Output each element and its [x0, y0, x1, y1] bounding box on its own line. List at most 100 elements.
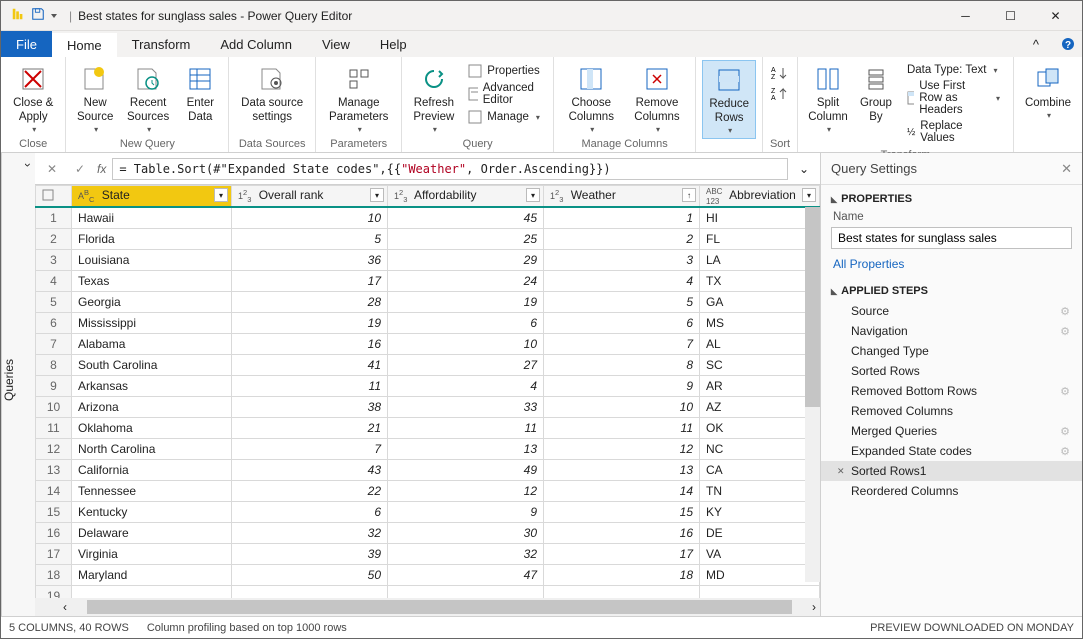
cell-rank[interactable]	[232, 585, 388, 598]
tab-transform[interactable]: Transform	[117, 31, 206, 57]
table-row[interactable]: 15Kentucky6915KY	[36, 501, 820, 522]
gear-icon[interactable]: ⚙	[1060, 445, 1070, 458]
column-header-state[interactable]: ABC State▾	[72, 186, 232, 208]
table-row[interactable]: 10Arizona383310AZ	[36, 396, 820, 417]
cell-abbr[interactable]: SC	[700, 354, 820, 375]
recent-sources-button[interactable]: Recent Sources	[120, 60, 176, 137]
row-number[interactable]: 6	[36, 312, 72, 333]
table-row[interactable]: 11Oklahoma211111OK	[36, 417, 820, 438]
cell-weather[interactable]: 18	[544, 564, 700, 585]
row-number[interactable]: 19	[36, 585, 72, 598]
table-row[interactable]: 9Arkansas1149AR	[36, 375, 820, 396]
manage-parameters-button[interactable]: Manage Parameters	[322, 60, 395, 137]
cell-state[interactable]: Arkansas	[72, 375, 232, 396]
tab-file[interactable]: File	[1, 31, 52, 57]
cell-state[interactable]: Oklahoma	[72, 417, 232, 438]
row-number[interactable]: 16	[36, 522, 72, 543]
cell-weather[interactable]: 15	[544, 501, 700, 522]
gear-icon[interactable]: ⚙	[1060, 325, 1070, 338]
data-type-button[interactable]: Data Type: Text	[904, 62, 1003, 78]
cell-affordability[interactable]: 27	[388, 354, 544, 375]
cell-state[interactable]: California	[72, 459, 232, 480]
applied-step[interactable]: Navigation⚙	[821, 321, 1082, 341]
column-filter-icon[interactable]: ↑	[682, 188, 696, 202]
cell-affordability[interactable]: 30	[388, 522, 544, 543]
formula-input[interactable]: = Table.Sort(#"Expanded State codes",{{"…	[112, 158, 788, 180]
row-number[interactable]: 4	[36, 270, 72, 291]
cell-weather[interactable]: 6	[544, 312, 700, 333]
table-row[interactable]: 3Louisiana36293LA	[36, 249, 820, 270]
row-number[interactable]: 1	[36, 207, 72, 228]
table-row[interactable]: 4Texas17244TX	[36, 270, 820, 291]
cell-state[interactable]: Maryland	[72, 564, 232, 585]
cell-weather[interactable]: 2	[544, 228, 700, 249]
cell-state[interactable]: Tennessee	[72, 480, 232, 501]
cell-state[interactable]: Georgia	[72, 291, 232, 312]
use-first-row-button[interactable]: Use First Row as Headers	[904, 78, 1003, 118]
tab-view[interactable]: View	[307, 31, 365, 57]
cell-abbr[interactable]: MD	[700, 564, 820, 585]
cell-state[interactable]: Florida	[72, 228, 232, 249]
applied-step[interactable]: Merged Queries⚙	[821, 421, 1082, 441]
row-number[interactable]: 13	[36, 459, 72, 480]
column-header-overall-rank[interactable]: 123 Overall rank▾	[232, 186, 388, 208]
cell-affordability[interactable]: 11	[388, 417, 544, 438]
formula-cancel-icon[interactable]: ✕	[41, 162, 63, 176]
cell-rank[interactable]: 10	[232, 207, 388, 228]
panel-close-icon[interactable]: ✕	[1061, 161, 1072, 177]
applied-step[interactable]: Sorted Rows1	[821, 461, 1082, 481]
cell-weather[interactable]: 17	[544, 543, 700, 564]
column-filter-icon[interactable]: ▾	[526, 188, 540, 202]
row-number[interactable]: 5	[36, 291, 72, 312]
table-row[interactable]: 13California434913CA	[36, 459, 820, 480]
table-row[interactable]: 5Georgia28195GA	[36, 291, 820, 312]
cell-rank[interactable]: 7	[232, 438, 388, 459]
minimize-button[interactable]: ─	[943, 1, 988, 30]
cell-rank[interactable]: 22	[232, 480, 388, 501]
cell-abbr[interactable]: DE	[700, 522, 820, 543]
row-number[interactable]: 3	[36, 249, 72, 270]
table-corner-cell[interactable]	[36, 186, 72, 208]
cell-affordability[interactable]: 12	[388, 480, 544, 501]
cell-weather[interactable]: 7	[544, 333, 700, 354]
save-icon[interactable]	[31, 7, 45, 24]
table-row[interactable]: 19	[36, 585, 820, 598]
properties-section-header[interactable]: PROPERTIES	[821, 185, 1082, 209]
applied-step[interactable]: Expanded State codes⚙	[821, 441, 1082, 461]
table-row[interactable]: 17Virginia393217VA	[36, 543, 820, 564]
cell-state[interactable]: Alabama	[72, 333, 232, 354]
table-row[interactable]: 12North Carolina71312NC	[36, 438, 820, 459]
fx-icon[interactable]: fx	[97, 162, 106, 176]
enter-data-button[interactable]: Enter Data	[178, 60, 222, 128]
close-button[interactable]: ✕	[1033, 1, 1078, 30]
cell-affordability[interactable]: 10	[388, 333, 544, 354]
row-number[interactable]: 17	[36, 543, 72, 564]
gear-icon[interactable]: ⚙	[1060, 425, 1070, 438]
tab-home[interactable]: Home	[52, 31, 117, 57]
horizontal-scrollbar[interactable]: ‹›	[35, 598, 820, 616]
cell-abbr[interactable]: TN	[700, 480, 820, 501]
cell-rank[interactable]: 36	[232, 249, 388, 270]
cell-affordability[interactable]: 32	[388, 543, 544, 564]
cell-rank[interactable]: 38	[232, 396, 388, 417]
replace-values-button[interactable]: ½Replace Values	[904, 118, 1003, 146]
cell-rank[interactable]: 21	[232, 417, 388, 438]
ribbon-collapse-icon[interactable]: ^	[1018, 31, 1054, 57]
cell-weather[interactable]: 3	[544, 249, 700, 270]
qat-dropdown-icon[interactable]	[51, 14, 57, 18]
applied-step[interactable]: Changed Type	[821, 341, 1082, 361]
cell-abbr[interactable]: HI	[700, 207, 820, 228]
cell-weather[interactable]: 12	[544, 438, 700, 459]
row-number[interactable]: 2	[36, 228, 72, 249]
refresh-preview-button[interactable]: Refresh Preview	[408, 60, 459, 137]
cell-affordability[interactable]: 45	[388, 207, 544, 228]
row-number[interactable]: 11	[36, 417, 72, 438]
cell-affordability[interactable]	[388, 585, 544, 598]
cell-abbr[interactable]: OK	[700, 417, 820, 438]
applied-steps-header[interactable]: APPLIED STEPS	[821, 277, 1082, 301]
sort-asc-button[interactable]: AZ	[769, 64, 791, 82]
cell-state[interactable]: Texas	[72, 270, 232, 291]
applied-step[interactable]: Removed Columns	[821, 401, 1082, 421]
column-header-affordability[interactable]: 123 Affordability▾	[388, 186, 544, 208]
cell-state[interactable]: South Carolina	[72, 354, 232, 375]
